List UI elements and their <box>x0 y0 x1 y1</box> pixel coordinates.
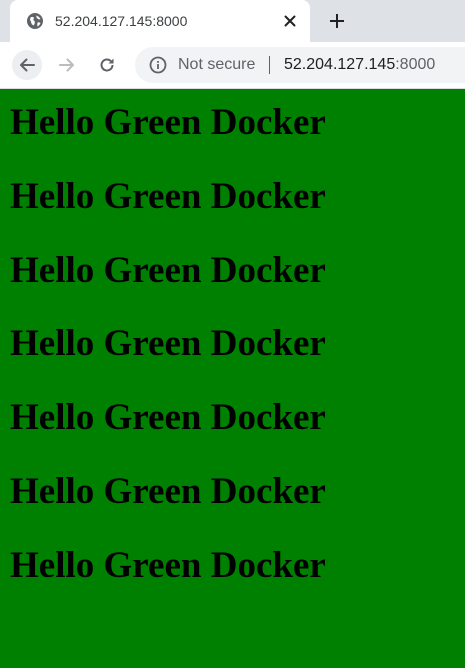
security-label[interactable]: Not secure <box>178 56 255 74</box>
page-content: Hello Green Docker Hello Green Docker He… <box>0 89 465 668</box>
close-icon[interactable] <box>280 11 300 31</box>
address-bar[interactable]: Not secure 52.204.127.145:8000 <box>135 47 465 83</box>
forward-button[interactable] <box>52 50 82 80</box>
reload-icon <box>100 58 114 72</box>
page-heading: Hello Green Docker <box>10 250 326 291</box>
tab-title: 52.204.127.145:8000 <box>55 13 188 29</box>
browser-window: 52.204.127.145:8000 Not secure 52.204.12… <box>0 0 465 668</box>
info-icon[interactable] <box>149 56 167 74</box>
page-heading: Hello Green Docker <box>10 323 326 364</box>
plus-icon[interactable] <box>326 10 348 32</box>
forward-arrow-icon <box>59 58 74 72</box>
url-port: :8000 <box>395 56 436 73</box>
back-button[interactable] <box>12 50 42 80</box>
active-tab[interactable]: 52.204.127.145:8000 <box>10 0 310 42</box>
back-arrow-icon <box>20 58 35 72</box>
page-heading: Hello Green Docker <box>10 471 326 512</box>
page-heading: Hello Green Docker <box>10 102 326 143</box>
page-heading: Hello Green Docker <box>10 176 326 217</box>
url-text[interactable]: 52.204.127.145:8000 <box>284 56 435 74</box>
tab-strip: 52.204.127.145:8000 <box>0 0 465 42</box>
reload-button[interactable] <box>92 50 122 80</box>
page-heading: Hello Green Docker <box>10 545 326 586</box>
toolbar: Not secure 52.204.127.145:8000 <box>0 42 465 89</box>
url-host: 52.204.127.145 <box>284 56 396 73</box>
omnibox-divider <box>269 56 270 74</box>
globe-icon <box>26 12 44 30</box>
page-heading: Hello Green Docker <box>10 397 326 438</box>
